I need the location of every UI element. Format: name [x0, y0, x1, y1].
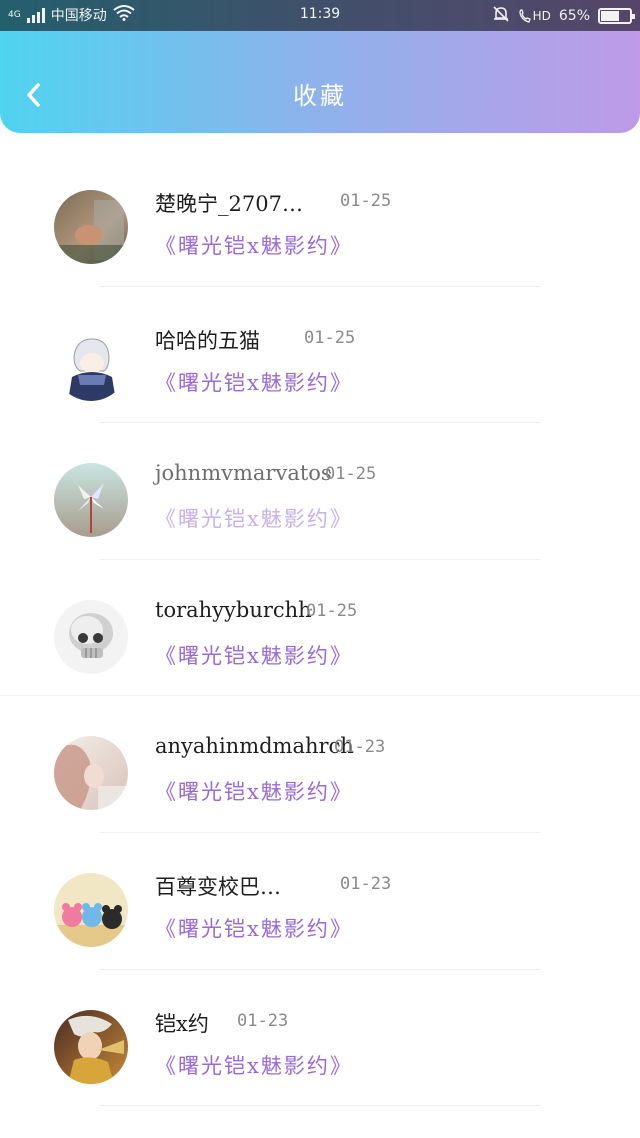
list-item[interactable]: torahyyburchh 01-25 《曙光铠x魅影约》	[0, 560, 640, 697]
date-label: 01-25	[304, 327, 356, 348]
battery-fill	[601, 11, 620, 21]
avatar[interactable]	[54, 1009, 128, 1084]
favorites-list: 楚晚宁_2707… 01-25 《曙光铠x魅影约》 哈哈的五猫 01-25 《曙…	[0, 150, 640, 1107]
list-item[interactable]: johnmvmarvatos 01-25 《曙光铠x魅影约》	[0, 423, 640, 560]
book-title[interactable]: 《曙光铠x魅影约》	[155, 640, 353, 670]
status-bar: 4G 中国移动 11:39 HD 65%	[0, 0, 640, 31]
book-title[interactable]: 《曙光铠x魅影约》	[155, 776, 353, 806]
hd-label: HD	[532, 9, 551, 23]
user-name: anyahinmdmahrch	[155, 734, 354, 759]
bell-muted-icon	[492, 5, 510, 27]
user-name: 百尊变校巴…	[155, 874, 281, 899]
book-title[interactable]: 《曙光铠x魅影约》	[155, 1050, 353, 1080]
list-item[interactable]: 楚晚宁_2707… 01-25 《曙光铠x魅影约》	[0, 150, 640, 287]
avatar[interactable]	[54, 190, 128, 264]
book-title[interactable]: 《曙光铠x魅影约》	[155, 230, 353, 260]
avatar[interactable]	[54, 326, 128, 401]
avatar[interactable]	[54, 736, 128, 811]
status-right: HD 65%	[492, 5, 635, 27]
book-title[interactable]: 《曙光铠x魅影约》	[155, 367, 353, 397]
list-item[interactable]: 铠x约 01-23 《曙光铠x魅影约》	[0, 970, 640, 1107]
battery-percent: 65%	[558, 8, 590, 24]
user-name: 哈哈的五猫	[155, 328, 260, 353]
user-name: johnmvmarvatos	[155, 461, 332, 486]
user-name: 铠x约	[155, 1011, 209, 1036]
date-label: 01-23	[334, 737, 386, 758]
list-item[interactable]: anyahinmdmahrch 01-23 《曙光铠x魅影约》	[0, 696, 640, 833]
avatar[interactable]	[54, 872, 128, 947]
divider	[100, 1105, 540, 1107]
hd-call-icon: HD	[518, 8, 551, 24]
user-name: torahyyburchh	[155, 597, 312, 622]
avatar[interactable]	[54, 599, 128, 674]
book-title[interactable]: 《曙光铠x魅影约》	[155, 503, 353, 533]
book-title[interactable]: 《曙光铠x魅影约》	[155, 913, 353, 943]
user-name: 楚晚宁_2707…	[155, 192, 303, 216]
date-label: 01-25	[325, 464, 377, 485]
list-item[interactable]: 哈哈的五猫 01-25 《曙光铠x魅影约》	[0, 287, 640, 424]
battery-icon	[598, 8, 635, 24]
date-label: 01-23	[340, 873, 392, 894]
date-label: 01-25	[340, 191, 392, 211]
avatar[interactable]	[54, 463, 128, 538]
date-label: 01-23	[237, 1010, 289, 1031]
list-item[interactable]: 百尊变校巴… 01-23 《曙光铠x魅影约》	[0, 833, 640, 970]
date-label: 01-25	[306, 600, 358, 621]
page-title: 收藏	[293, 82, 347, 110]
